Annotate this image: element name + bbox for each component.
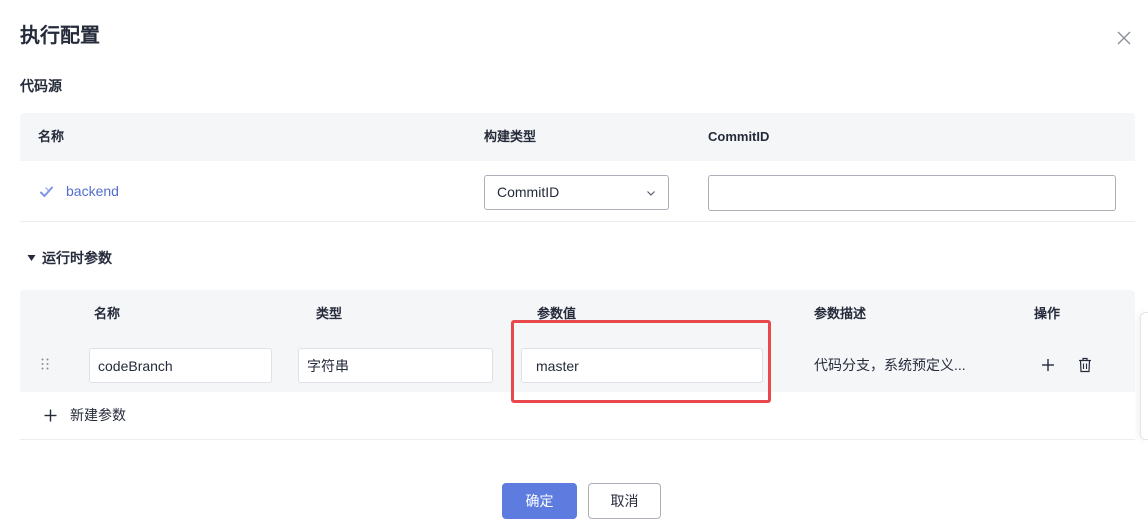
runtime-params-table-header: 名称 类型 参数值 参数描述 操作 [20,290,1135,338]
confirm-button[interactable]: 确定 [502,483,577,519]
column-header-param-value: 参数值 [537,306,577,321]
param-value-input[interactable] [521,348,763,383]
repo-link-backend[interactable]: backend [66,161,119,221]
drag-handle-icon[interactable] [41,358,49,370]
runtime-params-table: 名称 类型 参数值 参数描述 操作 代码分支，系统预定义... [20,290,1135,441]
chevron-down-icon [647,191,655,196]
column-header-build-type: 构建类型 [484,129,537,144]
param-description: 代码分支，系统预定义... [814,357,966,373]
column-header-commit-id: CommitID [708,129,770,144]
cancel-button[interactable]: 取消 [588,483,661,519]
column-header-param-name: 名称 [94,306,121,321]
commit-id-input[interactable] [708,175,1116,211]
param-name-input[interactable] [89,348,272,383]
table-row: 代码分支，系统预定义... [20,338,1135,392]
add-param-button[interactable]: 新建参数 [20,392,1135,440]
table-row: backend CommitID [20,161,1135,222]
param-type-input[interactable] [298,348,493,383]
column-header-param-type: 类型 [316,306,343,321]
side-panel [1140,312,1148,440]
runtime-params-title[interactable]: 运行时参数 [42,248,112,268]
dialog-title: 执行配置 [20,25,100,47]
plus-icon[interactable] [1041,358,1055,372]
plus-icon [44,409,57,422]
code-source-table: 名称 构建类型 CommitID backend CommitID [20,113,1135,223]
code-source-title: 代码源 [20,78,62,94]
column-header-name: 名称 [38,129,65,144]
column-header-param-description: 参数描述 [814,306,867,321]
code-source-table-header: 名称 构建类型 CommitID [20,113,1135,161]
trash-icon[interactable] [1078,357,1092,373]
close-icon[interactable] [1116,30,1132,46]
column-header-actions: 操作 [1034,306,1061,321]
add-param-label: 新建参数 [70,407,126,423]
build-type-select[interactable]: CommitID [484,175,669,210]
build-type-selected-value: CommitID [497,184,560,200]
check-icon [40,186,53,197]
caret-down-icon[interactable] [27,254,36,262]
